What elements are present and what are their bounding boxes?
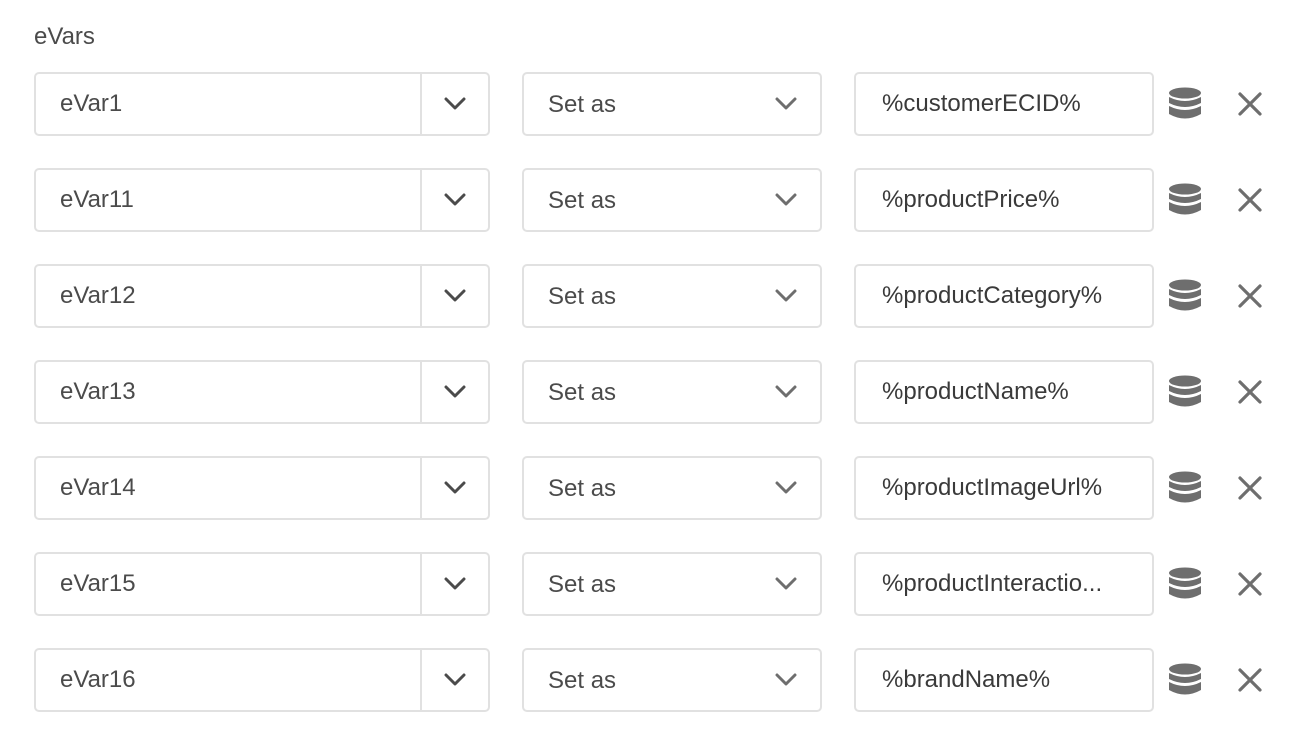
- close-icon: [1238, 668, 1262, 692]
- remove-row-button[interactable]: [1234, 280, 1266, 312]
- value-text: %productImageUrl%: [882, 474, 1103, 501]
- action-picker-value: Set as: [548, 379, 617, 406]
- evar-name-input[interactable]: eVar12: [36, 266, 420, 326]
- evar-row-2: eVar11 Set as %productPrice%: [0, 168, 1314, 232]
- action-picker[interactable]: Set as: [522, 360, 822, 424]
- remove-row-button[interactable]: [1234, 88, 1266, 120]
- value-text: %productCategory%: [882, 282, 1103, 309]
- chevron-down-icon: [444, 193, 466, 206]
- chevron-down-icon: [775, 481, 797, 494]
- action-picker-value: Set as: [548, 571, 617, 598]
- evar-combobox: eVar11: [34, 168, 490, 232]
- value-field[interactable]: %productCategory%: [854, 264, 1154, 328]
- evar-dropdown-button[interactable]: [420, 266, 488, 326]
- close-icon: [1238, 380, 1262, 404]
- evar-dropdown-button[interactable]: [420, 170, 488, 230]
- action-picker-value: Set as: [548, 91, 617, 118]
- database-icon: [1169, 87, 1201, 119]
- value-text: %productInteractio...: [882, 570, 1103, 597]
- chevron-down-icon: [444, 97, 466, 110]
- chevron-down-icon: [444, 481, 466, 494]
- data-element-button[interactable]: [1166, 86, 1204, 122]
- evar-combobox: eVar1: [34, 72, 490, 136]
- action-picker-value: Set as: [548, 475, 617, 502]
- close-icon: [1238, 476, 1262, 500]
- value-text: %brandName%: [882, 666, 1051, 693]
- evar-name-input[interactable]: eVar1: [36, 74, 420, 134]
- evar-combobox: eVar12: [34, 264, 490, 328]
- evar-combobox: eVar14: [34, 456, 490, 520]
- evar-combobox: eVar13: [34, 360, 490, 424]
- evar-row-7: eVar16 Set as %brandName%: [0, 648, 1314, 712]
- chevron-down-icon: [444, 577, 466, 590]
- evar-row-4: eVar13 Set as %productName%: [0, 360, 1314, 424]
- chevron-down-icon: [775, 577, 797, 590]
- close-icon: [1238, 188, 1262, 212]
- database-icon: [1169, 375, 1201, 407]
- evar-combobox: eVar15: [34, 552, 490, 616]
- value-text: %customerECID%: [882, 90, 1081, 117]
- evar-row-5: eVar14 Set as %productImageUrl%: [0, 456, 1314, 520]
- remove-row-button[interactable]: [1234, 184, 1266, 216]
- evar-name-input[interactable]: eVar14: [36, 458, 420, 518]
- chevron-down-icon: [775, 289, 797, 302]
- evar-dropdown-button[interactable]: [420, 554, 488, 614]
- evar-dropdown-button[interactable]: [420, 458, 488, 518]
- action-picker[interactable]: Set as: [522, 648, 822, 712]
- value-field[interactable]: %productName%: [854, 360, 1154, 424]
- action-picker[interactable]: Set as: [522, 456, 822, 520]
- evar-combobox: eVar16: [34, 648, 490, 712]
- remove-row-button[interactable]: [1234, 472, 1266, 504]
- data-element-button[interactable]: [1166, 566, 1204, 602]
- evar-name-input[interactable]: eVar13: [36, 362, 420, 422]
- value-field[interactable]: %customerECID%: [854, 72, 1154, 136]
- chevron-down-icon: [775, 673, 797, 686]
- action-picker-value: Set as: [548, 283, 617, 310]
- evar-dropdown-button[interactable]: [420, 650, 488, 710]
- close-icon: [1238, 92, 1262, 116]
- evar-dropdown-button[interactable]: [420, 362, 488, 422]
- evar-name-input[interactable]: eVar11: [36, 170, 420, 230]
- action-picker[interactable]: Set as: [522, 72, 822, 136]
- action-picker[interactable]: Set as: [522, 168, 822, 232]
- data-element-button[interactable]: [1166, 374, 1204, 410]
- value-field[interactable]: %productImageUrl%: [854, 456, 1154, 520]
- action-picker-value: Set as: [548, 667, 617, 694]
- value-text: %productPrice%: [882, 186, 1060, 213]
- evar-rows: eVar1 Set as %customerECID% eVar11 Set a…: [0, 0, 1314, 730]
- chevron-down-icon: [444, 673, 466, 686]
- value-text: %productName%: [882, 378, 1069, 405]
- action-picker[interactable]: Set as: [522, 264, 822, 328]
- remove-row-button[interactable]: [1234, 376, 1266, 408]
- evar-name-input[interactable]: eVar16: [36, 650, 420, 710]
- database-icon: [1169, 663, 1201, 695]
- evar-row-3: eVar12 Set as %productCategory%: [0, 264, 1314, 328]
- data-element-button[interactable]: [1166, 662, 1204, 698]
- database-icon: [1169, 567, 1201, 599]
- action-picker-value: Set as: [548, 187, 617, 214]
- data-element-button[interactable]: [1166, 278, 1204, 314]
- remove-row-button[interactable]: [1234, 664, 1266, 696]
- data-element-button[interactable]: [1166, 182, 1204, 218]
- evar-name-input[interactable]: eVar15: [36, 554, 420, 614]
- value-field[interactable]: %productInteractio...: [854, 552, 1154, 616]
- remove-row-button[interactable]: [1234, 568, 1266, 600]
- chevron-down-icon: [775, 193, 797, 206]
- chevron-down-icon: [775, 97, 797, 110]
- value-field[interactable]: %productPrice%: [854, 168, 1154, 232]
- evar-row-6: eVar15 Set as %productInteractio...: [0, 552, 1314, 616]
- chevron-down-icon: [444, 385, 466, 398]
- database-icon: [1169, 183, 1201, 215]
- database-icon: [1169, 279, 1201, 311]
- data-element-button[interactable]: [1166, 470, 1204, 506]
- evar-dropdown-button[interactable]: [420, 74, 488, 134]
- chevron-down-icon: [775, 385, 797, 398]
- close-icon: [1238, 572, 1262, 596]
- action-picker[interactable]: Set as: [522, 552, 822, 616]
- evar-row-1: eVar1 Set as %customerECID%: [0, 72, 1314, 136]
- value-field[interactable]: %brandName%: [854, 648, 1154, 712]
- database-icon: [1169, 471, 1201, 503]
- close-icon: [1238, 284, 1262, 308]
- chevron-down-icon: [444, 289, 466, 302]
